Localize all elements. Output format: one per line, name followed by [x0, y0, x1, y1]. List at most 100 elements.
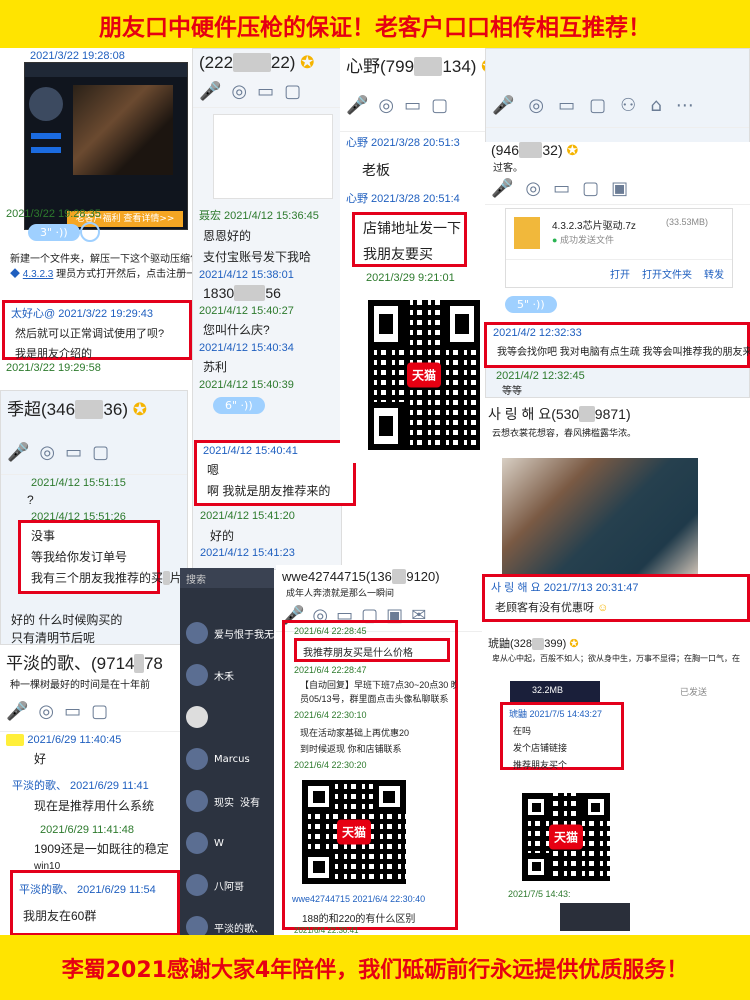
microphone-icon[interactable]: 🎤	[199, 81, 221, 103]
image-placeholder[interactable]	[213, 114, 333, 199]
sender-line: 太好心@ 2021/3/22 19:29:43	[11, 308, 154, 320]
contact-status: 云想衣裳花想容，春风拂槛露华浓。	[492, 428, 637, 438]
qr-code[interactable]: 天猫	[368, 300, 480, 450]
contact-title: 平淡的歌、(9714078	[0, 645, 180, 678]
contact-item[interactable]: W	[180, 822, 274, 864]
ad-window-bar	[25, 63, 187, 77]
forward-link[interactable]: 转发	[704, 266, 724, 281]
redacted: 00	[579, 406, 595, 422]
camera-icon[interactable]: ◎	[231, 81, 247, 103]
ad-image[interactable]: 老客户福利 查看详情>>	[24, 62, 188, 230]
image-icon[interactable]: ▣	[611, 178, 628, 200]
contact-name: 平淡的歌、	[214, 923, 264, 935]
contact-item[interactable]: 木禾	[180, 654, 274, 696]
avatar	[186, 832, 208, 854]
timestamp: 2021/4/12 15:41:20	[200, 510, 295, 522]
redacted: 000	[414, 57, 443, 76]
qr-code[interactable]: 天猫	[522, 793, 610, 881]
contact-name: W	[214, 837, 224, 849]
photo-image[interactable]	[502, 458, 698, 574]
title-text: (222	[199, 53, 234, 72]
qr-corner	[581, 793, 610, 822]
contact-item[interactable]: 爱与恨于我无	[180, 612, 274, 654]
sent-status: 已发送	[680, 687, 708, 697]
qr-corner	[522, 793, 551, 822]
redacted: 000	[6, 734, 25, 746]
chat-toolbar: 🎤 ◎ ▭ ▢	[193, 77, 341, 108]
contact-item[interactable]: Marcus	[180, 738, 274, 780]
camera-icon[interactable]: ◎	[38, 701, 54, 723]
shield-icon: ◆	[10, 269, 20, 280]
contact-item[interactable]: 现实 没有	[180, 780, 274, 822]
message-text: 我朋友要买	[363, 246, 433, 262]
qr-corner	[522, 852, 551, 881]
redacted: 00	[532, 638, 545, 650]
folder-icon[interactable]: ▢	[589, 95, 606, 117]
contact-item[interactable]	[180, 696, 274, 738]
voice-to-text-icon[interactable]	[80, 222, 100, 242]
screen-share-icon[interactable]: ▭	[64, 701, 81, 723]
microphone-icon[interactable]: 🎤	[346, 95, 368, 117]
message-text: 恩恩好的	[203, 229, 252, 243]
contact-item[interactable]: 平淡的歌、	[180, 906, 274, 935]
qr-code[interactable]: 天猫	[302, 780, 406, 884]
message-text: 老顾客有没有优惠呀 ☺	[485, 597, 747, 617]
sender-line: 心野 2021/3/28 20:51:3	[346, 137, 460, 149]
contact-name: 木禾	[214, 671, 234, 683]
screen-share-icon[interactable]: ▭	[558, 95, 575, 117]
qr-corner	[302, 850, 336, 884]
voice-message[interactable]: 6" ·))	[213, 397, 265, 414]
camera-icon[interactable]: ◎	[378, 95, 394, 117]
timestamp: 2021/4/12 15:41:23	[200, 547, 295, 559]
folder-icon[interactable]: ▢	[92, 442, 109, 464]
file-link[interactable]: 4.3.2.3	[23, 269, 54, 280]
highlight-box: 2021/4/2 12:32:33 我等会找你吧 我对电脑有点生疏 我等会叫推荐…	[484, 322, 750, 368]
message-text: 到时候返现 你和店铺联系	[300, 744, 402, 754]
screen-share-icon[interactable]: ▭	[553, 178, 570, 200]
folder-icon[interactable]: ▢	[91, 701, 108, 723]
chat-panel-10: 琥鼬(32800399) ✪ 卑从心中起，百般不如人；欲从身中生，万事不显得；在…	[482, 625, 750, 935]
voice-message[interactable]: 5" ·))	[505, 296, 557, 313]
camera-icon[interactable]: ◎	[525, 178, 541, 200]
folder-icon[interactable]: ▢	[284, 81, 301, 103]
chat-panel-1: 2021/3/22 19:28:08 老客户福利 查看详情>> 2021/3/2…	[0, 48, 192, 302]
sender-line: 2021/4/12 15:40:27	[199, 305, 294, 317]
message-text: ◆ 4.3.2.3 理员方式打开然后，点击注册一	[0, 263, 192, 282]
message-text: 理员方式打开然后，点击注册一	[56, 269, 192, 280]
qr-corner	[368, 402, 404, 450]
screen-share-icon[interactable]: ▭	[65, 442, 82, 464]
open-folder-link[interactable]: 打开文件夹	[642, 266, 692, 281]
file-card[interactable]: 4.3.2.3芯片驱动.7z (33.53MB) ● 成功发送文件 打开 打开文…	[505, 208, 733, 288]
file-size: 32.2MB	[532, 685, 564, 695]
title-text: 36)	[103, 400, 128, 419]
file-status-text: 成功发送文件	[559, 235, 614, 245]
camera-icon[interactable]: ◎	[528, 95, 544, 117]
more-icon[interactable]: ⋯	[676, 95, 694, 117]
voice-message[interactable]: 3" ·))	[28, 224, 80, 241]
open-file-link[interactable]: 打开	[610, 266, 630, 281]
contact-name: 八阿哥	[214, 881, 244, 893]
microphone-icon[interactable]: 🎤	[6, 701, 28, 723]
microphone-icon[interactable]: 🎤	[491, 178, 513, 200]
home-icon[interactable]: ⌂	[650, 95, 661, 117]
contact-item[interactable]: 八阿哥	[180, 864, 274, 906]
contact-name: 没有	[240, 797, 260, 809]
timestamp: 2021/6/4 22:30:10	[294, 710, 367, 720]
sender-line: 2021/4/12 15:40:34	[199, 342, 294, 354]
screen-share-icon[interactable]: ▭	[404, 95, 421, 117]
folder-icon[interactable]: ▢	[582, 178, 599, 200]
microphone-icon[interactable]: 🎤	[492, 95, 514, 117]
contact-title: (94600032) ✪	[485, 142, 750, 159]
qr-corner	[444, 300, 480, 348]
camera-icon[interactable]: ◎	[39, 442, 55, 464]
title-text: 9120)	[406, 569, 440, 584]
add-user-icon[interactable]: ⚇	[620, 95, 636, 117]
message-text: 老顾客有没有优惠呀	[495, 602, 594, 614]
search-bar[interactable]: 搜索	[180, 568, 274, 588]
voice-duration: 5"	[517, 298, 530, 311]
file-actions: 打开 打开文件夹 转发	[506, 259, 732, 287]
screen-share-icon[interactable]: ▭	[257, 81, 274, 103]
folder-icon[interactable]: ▢	[431, 95, 448, 117]
microphone-icon[interactable]: 🎤	[7, 442, 29, 464]
phone-screenshot[interactable]	[560, 903, 630, 931]
